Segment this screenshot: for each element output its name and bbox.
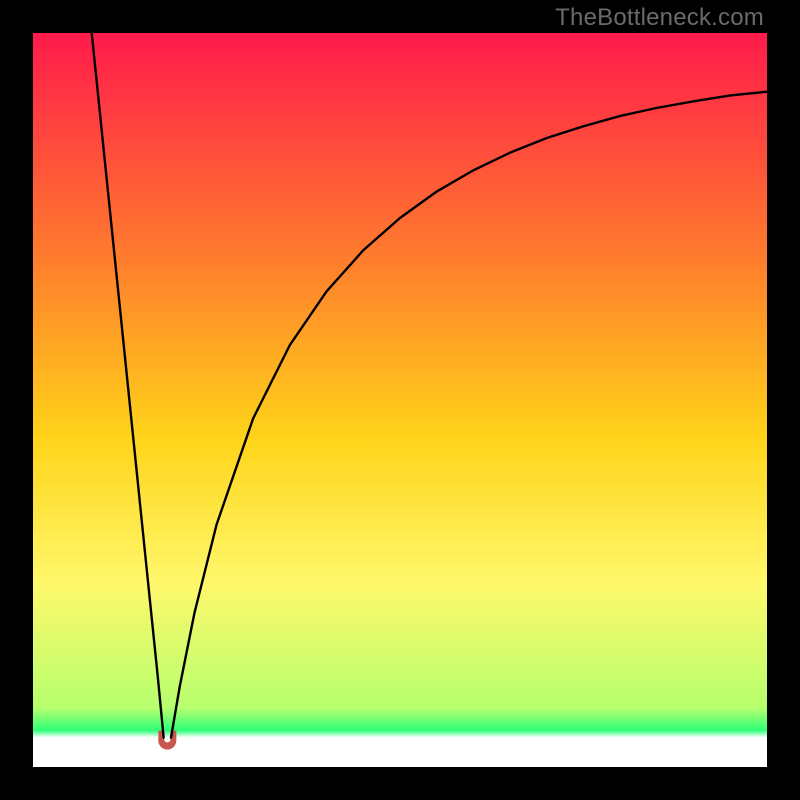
chart-frame: TheBottleneck.com bbox=[0, 0, 800, 800]
baseline-band bbox=[33, 738, 767, 767]
gradient-background bbox=[33, 33, 767, 767]
watermark-text: TheBottleneck.com bbox=[555, 4, 764, 32]
plot-area bbox=[33, 33, 767, 767]
chart-svg bbox=[33, 33, 767, 767]
